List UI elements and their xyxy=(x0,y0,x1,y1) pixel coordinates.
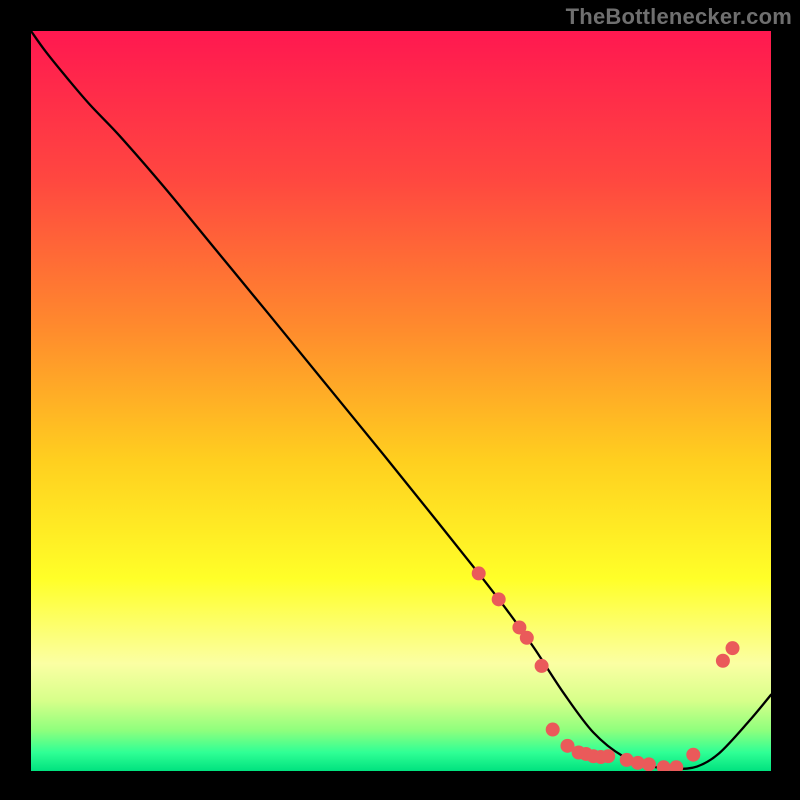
chart-svg xyxy=(31,31,771,771)
chart-marker xyxy=(472,566,486,580)
chart-marker xyxy=(520,631,534,645)
chart-marker xyxy=(716,654,730,668)
chart-marker xyxy=(535,659,549,673)
chart-marker xyxy=(546,723,560,737)
chart-marker xyxy=(642,757,656,771)
chart-plot-area xyxy=(31,31,771,771)
chart-marker xyxy=(601,749,615,763)
chart-marker xyxy=(726,641,740,655)
chart-marker xyxy=(686,748,700,762)
chart-frame: TheBottlenecker.com xyxy=(0,0,800,800)
chart-background xyxy=(31,31,771,771)
attribution-text: TheBottlenecker.com xyxy=(566,4,792,30)
chart-marker xyxy=(492,592,506,606)
